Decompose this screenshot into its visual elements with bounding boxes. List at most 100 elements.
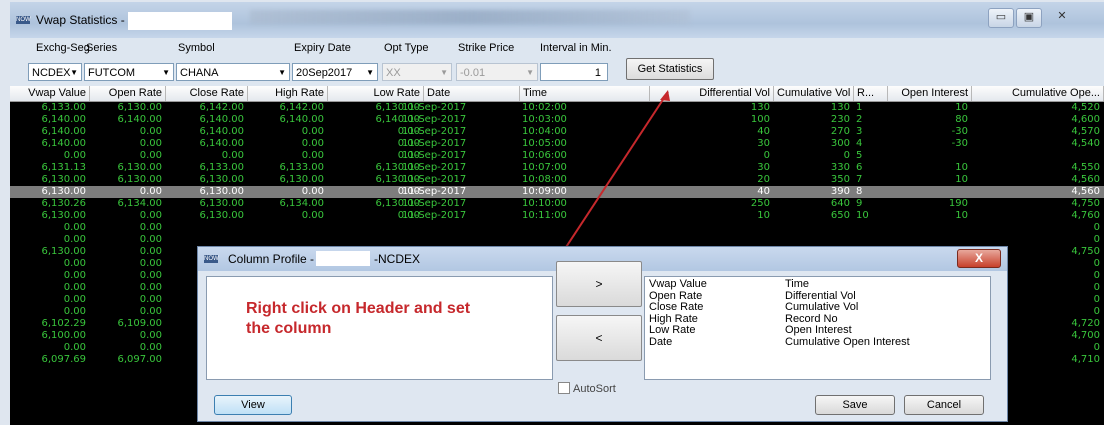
table-cell: 4,540	[1071, 138, 1100, 149]
table-row[interactable]: 6,140.00 0.00 6,140.00 0.00 0.00 11-Sep-2017 1…	[10, 126, 1104, 138]
cancel-button[interactable]: Cancel	[904, 395, 984, 415]
profile-field[interactable]: Close Rate	[649, 301, 707, 314]
table-row[interactable]: 0.00 0.00 0	[10, 234, 1104, 246]
minimize-icon[interactable]: ▭	[988, 8, 1014, 28]
table-row[interactable]: 6,130.00 0.00 6,130.00 0.00 0.00 11-Sep-2017 1…	[10, 210, 1104, 222]
profile-field[interactable]: Time	[785, 278, 910, 291]
table-cell: 0.00	[221, 150, 244, 161]
table-cell: 0.00	[139, 150, 162, 161]
dialog-close-icon[interactable]: X	[957, 249, 1001, 268]
move-right-button[interactable]: >	[556, 261, 642, 307]
table-row[interactable]: 6,130.00 6,130.00 6,130.00 6,130.00 6,130.00…	[10, 174, 1104, 186]
table-cell: 30	[757, 162, 770, 173]
get-statistics-button[interactable]: Get Statistics	[626, 58, 714, 80]
save-button[interactable]: Save	[815, 395, 895, 415]
table-cell: 0.00	[63, 294, 86, 305]
column-profile-dialog: NOW Column Profile - -NCDEX X Right clic…	[197, 246, 1008, 422]
expiry-date-label: Expiry Date	[294, 42, 351, 54]
exchg-seg-select[interactable]: NCDEX ▼	[28, 63, 82, 81]
table-cell	[250, 234, 324, 246]
table-cell: 10	[856, 210, 869, 221]
table-cell: 350	[830, 174, 850, 185]
profile-field[interactable]: Low Rate	[649, 324, 707, 337]
expiry-date-select[interactable]: 20Sep2017 ▼	[292, 63, 378, 81]
column-header[interactable]: Open Rate	[90, 86, 166, 101]
table-row[interactable]: 6,133.00 6,130.00 6,142.00 6,142.00 6,130.00…	[10, 102, 1104, 114]
profile-field[interactable]: Cumulative Open Interest	[785, 336, 910, 349]
table-cell: 330	[830, 162, 850, 173]
column-header[interactable]: Time	[520, 86, 650, 101]
table-row[interactable]: 0.00 0.00 0	[10, 222, 1104, 234]
table-cell: 0.00	[63, 282, 86, 293]
table-cell	[402, 222, 492, 234]
column-header[interactable]: Differential Vol	[650, 86, 774, 101]
table-cell: 10	[955, 210, 968, 221]
table-cell: 0.00	[301, 138, 324, 149]
table-cell: 0.00	[301, 210, 324, 221]
symbol-select[interactable]: CHANA ▼	[176, 63, 290, 81]
table-cell: 11-Sep-2017	[402, 102, 467, 113]
column-header[interactable]: R...	[854, 86, 888, 101]
title-bar[interactable]: NOW Vwap Statistics - ▭ ▣ ✕	[10, 2, 1104, 38]
profile-field[interactable]: Open Interest	[785, 324, 910, 337]
table-row[interactable]: 6,130.00 0.00 6,130.00 0.00 0.00 11-Sep-2017 1…	[10, 186, 1104, 198]
expiry-date-value: 20Sep2017	[296, 67, 353, 79]
column-header[interactable]: Close Rate	[166, 86, 248, 101]
table-cell: 10:03:00	[522, 114, 567, 125]
table-row[interactable]: 6,130.26 6,134.00 6,130.00 6,134.00 6,130.00…	[10, 198, 1104, 210]
autosort-checkbox[interactable]: AutoSort	[558, 382, 616, 395]
table-cell: 10:05:00	[522, 138, 567, 149]
table-row[interactable]: 6,140.00 0.00 6,140.00 0.00 0.00 11-Sep-2017 1…	[10, 138, 1104, 150]
filter-controls: Exchg-Seg Series Symbol Expiry Date Opt …	[10, 38, 1104, 86]
view-button[interactable]: View	[214, 395, 292, 415]
table-row[interactable]: 6,140.00 6,140.00 6,140.00 6,140.00 6,140.00…	[10, 114, 1104, 126]
table-cell	[402, 234, 492, 246]
series-value: FUTCOM	[88, 67, 136, 79]
maximize-icon[interactable]: ▣	[1016, 8, 1042, 28]
table-cell: 130	[750, 102, 770, 113]
chevron-down-icon: ▼	[440, 68, 448, 77]
column-header[interactable]: Cumulative Vol	[774, 86, 854, 101]
app-icon: NOW	[16, 16, 31, 24]
column-header[interactable]: Date	[424, 86, 520, 101]
table-cell	[856, 222, 884, 234]
interval-label: Interval in Min.	[540, 42, 612, 54]
column-header[interactable]: Low Rate	[328, 86, 424, 101]
table-cell: 20	[757, 174, 770, 185]
table-cell: 4	[856, 138, 863, 149]
table-cell: 6,142.00	[279, 102, 324, 113]
column-header[interactable]: Vwap Value	[10, 86, 90, 101]
table-cell	[776, 234, 850, 246]
close-icon[interactable]: ✕	[1050, 8, 1074, 26]
table-cell: 6,140.00	[117, 114, 162, 125]
column-header[interactable]: Open Interest	[888, 86, 972, 101]
table-cell: 0.00	[139, 282, 162, 293]
checkbox-icon	[558, 382, 570, 394]
table-row[interactable]: 6,131.13 6,130.00 6,133.00 6,133.00 6,130.00…	[10, 162, 1104, 174]
column-header[interactable]: High Rate	[248, 86, 328, 101]
move-left-button[interactable]: <	[556, 315, 642, 361]
table-cell: 0	[763, 150, 770, 161]
profile-field[interactable]: Date	[649, 336, 707, 349]
table-cell: 10	[955, 162, 968, 173]
series-select[interactable]: FUTCOM ▼	[84, 63, 174, 81]
grid-header[interactable]: Vwap Value Open Rate Close Rate High Rate Lo…	[10, 86, 1104, 102]
opt-type-select: XX ▼	[382, 63, 452, 81]
table-cell: 6,130.00	[279, 174, 324, 185]
instruction-text: Right click on Header and set the column	[246, 299, 470, 339]
table-cell: 10:04:00	[522, 126, 567, 137]
table-cell: 4,560	[1071, 174, 1100, 185]
table-cell: 10:06:00	[522, 150, 567, 161]
table-cell: 10	[757, 210, 770, 221]
column-header[interactable]: Cumulative Ope...	[972, 86, 1104, 101]
table-cell: 10:08:00	[522, 174, 567, 185]
table-cell: 0.00	[139, 210, 162, 221]
table-row[interactable]: 0.00 0.00 0.00 0.00 0.00 11-Sep-2017 10:06:00 0…	[10, 150, 1104, 162]
interval-input[interactable]: 1	[540, 63, 608, 81]
profile-field[interactable]: Cumulative Vol	[785, 301, 910, 314]
profile-field[interactable]: Vwap Value	[649, 278, 707, 291]
table-cell	[856, 234, 884, 246]
selected-columns-list[interactable]: Vwap Value Open Rate Close Rate High Rate Lo…	[644, 276, 991, 380]
table-cell: 7	[856, 174, 863, 185]
table-cell: 0.00	[63, 222, 86, 233]
